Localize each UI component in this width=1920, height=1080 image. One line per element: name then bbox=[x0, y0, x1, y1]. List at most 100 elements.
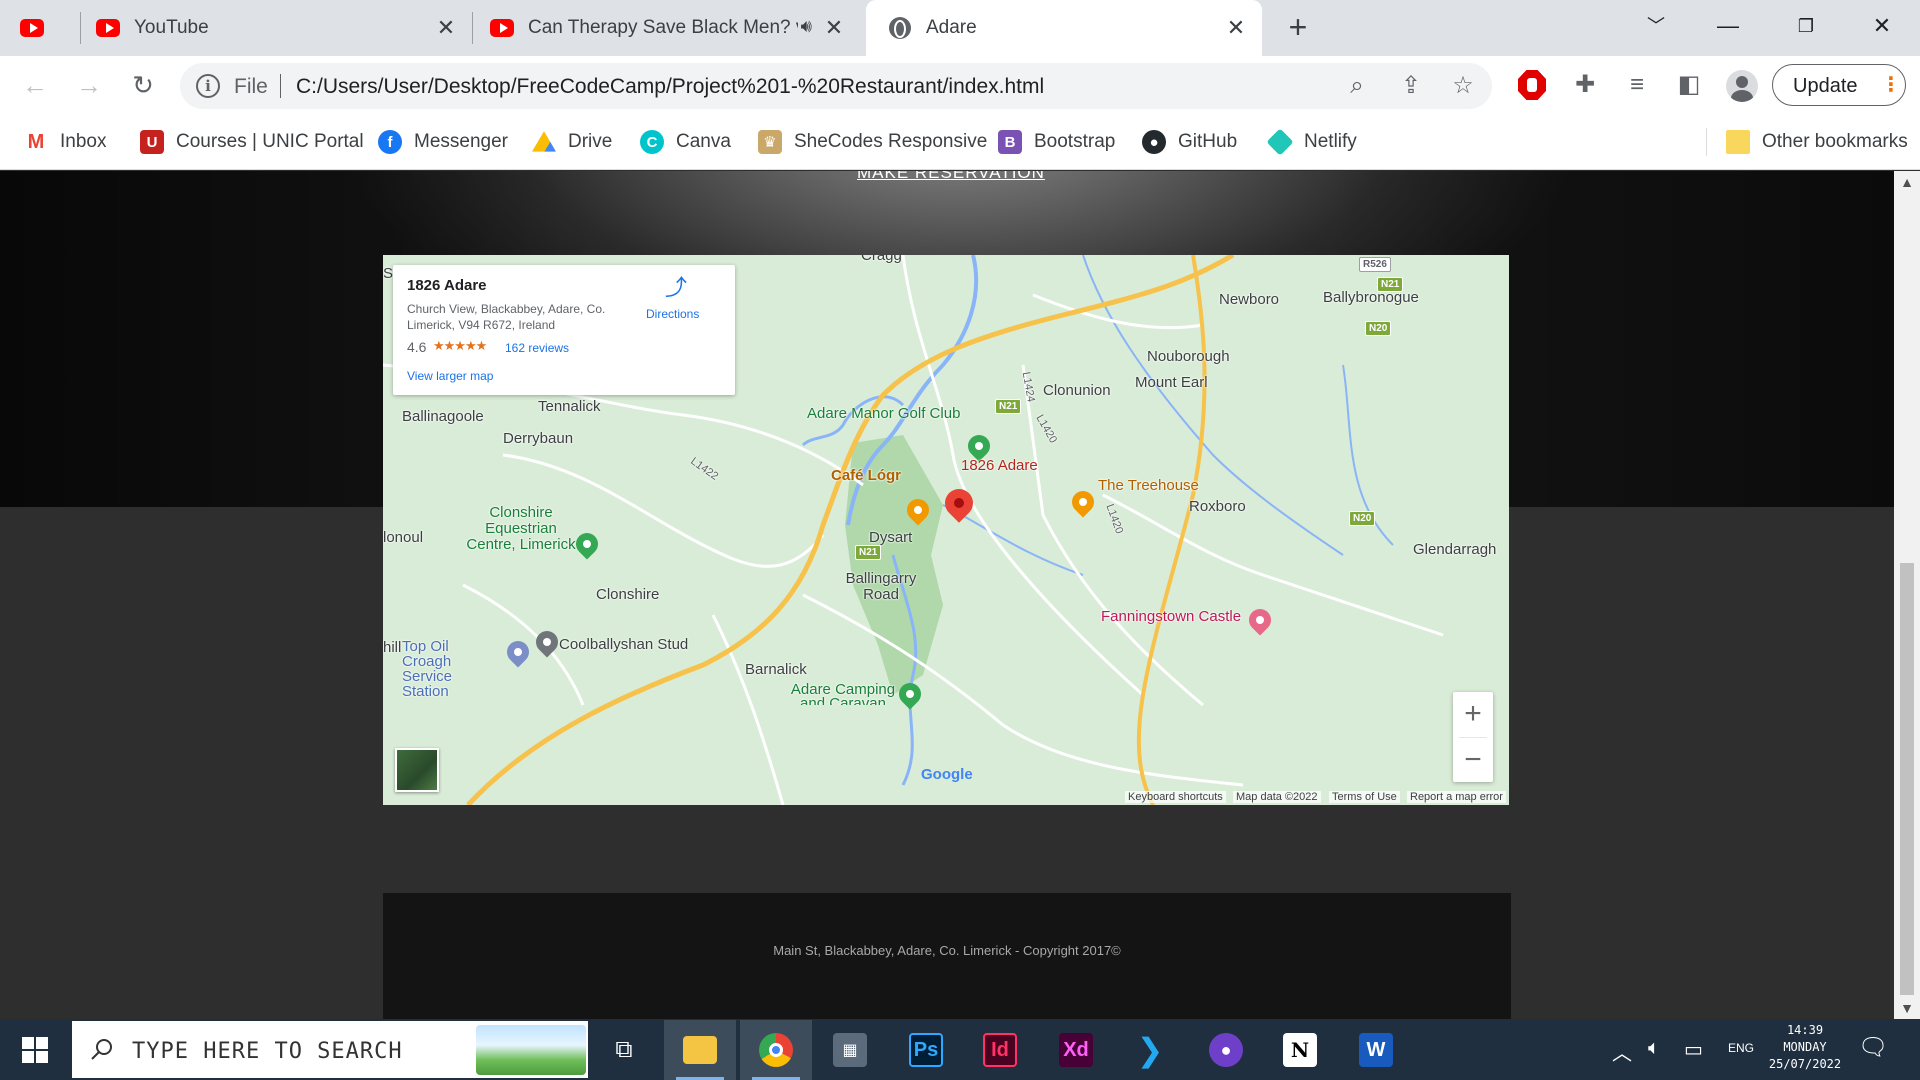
scroll-down-arrow-icon[interactable]: ▼ bbox=[1894, 997, 1920, 1019]
language-indicator[interactable]: ENG bbox=[1728, 1041, 1754, 1055]
directions-icon[interactable]: ⤴ bbox=[665, 277, 687, 299]
indesign-icon: Id bbox=[983, 1033, 1017, 1067]
map-label-cafe[interactable]: Café Lógr bbox=[831, 467, 901, 484]
side-panel-icon[interactable]: ◧ bbox=[1674, 70, 1704, 100]
share-icon[interactable]: ⇪ bbox=[1398, 73, 1424, 99]
close-tab-icon[interactable]: ✕ bbox=[434, 16, 458, 40]
system-clock[interactable]: 14:39 MONDAY 25/07/2022 bbox=[1760, 1022, 1850, 1073]
map-label-ballingarry-road: Ballingarry Road bbox=[845, 570, 917, 603]
view-larger-map-link[interactable]: View larger map bbox=[407, 369, 493, 383]
bookmark-bootstrap[interactable]: B Bootstrap bbox=[998, 128, 1115, 156]
bookmark-star-icon[interactable]: ☆ bbox=[1450, 73, 1476, 99]
map-label-hill: hill bbox=[383, 639, 402, 656]
profile-avatar-icon[interactable] bbox=[1726, 70, 1758, 102]
tab-search-chevron-icon[interactable]: ﹀ bbox=[1636, 8, 1676, 44]
map-label-clonshire-equestrian[interactable]: Clonshire Equestrian Centre, Limerick bbox=[461, 505, 581, 553]
notifications-icon[interactable]: 🗨︎ bbox=[1858, 1033, 1888, 1062]
xd-icon: Xd bbox=[1059, 1033, 1093, 1067]
github-desktop-icon: ● bbox=[1209, 1033, 1243, 1067]
map-label-roxboro: Roxboro bbox=[1189, 498, 1246, 515]
battery-icon[interactable]: ▭ bbox=[1684, 1037, 1703, 1062]
scroll-up-arrow-icon[interactable]: ▲ bbox=[1894, 171, 1920, 193]
terms-link[interactable]: Terms of Use bbox=[1329, 791, 1400, 803]
more-menu-icon[interactable]: ⋮ bbox=[1881, 73, 1901, 97]
extensions-puzzle-icon[interactable]: ✚ bbox=[1570, 70, 1600, 100]
road-shield-n20: N20 bbox=[1349, 511, 1376, 526]
taskbar-calculator[interactable]: ▦ bbox=[814, 1020, 886, 1080]
close-tab-icon[interactable]: ✕ bbox=[1224, 16, 1248, 40]
directions-link[interactable]: Directions bbox=[646, 307, 699, 321]
bookmark-inbox[interactable]: M Inbox bbox=[24, 128, 106, 156]
bookmarks-bar: M Inbox U Courses | UNIC Portal f Messen… bbox=[0, 114, 1920, 170]
tab-youtube[interactable]: YouTube ✕ bbox=[96, 0, 472, 56]
bookmark-label: Canva bbox=[676, 131, 731, 152]
map-label-golf-club[interactable]: Adare Manor Golf Club bbox=[807, 405, 960, 422]
map-label-treehouse[interactable]: The Treehouse bbox=[1098, 477, 1199, 494]
bookmark-netlify[interactable]: Netlify bbox=[1266, 128, 1357, 156]
map-label-top-oil[interactable]: Top Oil Croagh Service Station bbox=[402, 639, 494, 699]
info-icon[interactable]: i bbox=[196, 74, 220, 98]
bookmark-unic[interactable]: U Courses | UNIC Portal bbox=[140, 128, 364, 156]
zoom-in-button[interactable]: + bbox=[1453, 692, 1493, 736]
bookmark-shecodes[interactable]: ♛ SheCodes Responsive bbox=[758, 128, 987, 156]
close-window-button[interactable]: ✕ bbox=[1862, 8, 1902, 44]
taskbar-vscode[interactable]: ❯ bbox=[1114, 1020, 1186, 1080]
bookmark-messenger[interactable]: f Messenger bbox=[378, 128, 508, 156]
back-button[interactable]: ← bbox=[18, 68, 52, 102]
minimize-button[interactable]: — bbox=[1708, 8, 1748, 44]
tab-therapy-video[interactable]: Can Therapy Save Black Men? v 🔊︎ ✕ bbox=[490, 0, 860, 56]
search-highlight-illustration bbox=[476, 1025, 586, 1075]
update-button[interactable]: Update ⋮ bbox=[1772, 64, 1906, 106]
taskbar-word[interactable]: W bbox=[1340, 1020, 1412, 1080]
bookmark-github[interactable]: ● GitHub bbox=[1142, 128, 1237, 156]
taskbar-github-desktop[interactable]: ● bbox=[1190, 1020, 1262, 1080]
taskbar-chrome[interactable] bbox=[740, 1020, 812, 1080]
task-view-button[interactable]: ⧉ bbox=[588, 1020, 660, 1080]
taskbar-file-explorer[interactable] bbox=[664, 1020, 736, 1080]
new-tab-button[interactable]: + bbox=[1282, 11, 1314, 44]
start-button[interactable] bbox=[22, 1037, 48, 1063]
bookmark-other[interactable]: Other bookmarks bbox=[1726, 128, 1908, 156]
bookmark-canva[interactable]: C Canva bbox=[640, 128, 731, 156]
zoom-icon[interactable]: ⌕ bbox=[1344, 73, 1370, 99]
taskbar-indesign[interactable]: Id bbox=[964, 1020, 1036, 1080]
satellite-toggle-thumbnail[interactable] bbox=[395, 748, 439, 792]
bookmark-drive[interactable]: Drive bbox=[532, 128, 612, 156]
scrollbar-thumb[interactable] bbox=[1900, 563, 1914, 995]
adblock-extension-icon[interactable] bbox=[1518, 70, 1546, 100]
map-label-camping[interactable]: Adare Camping and Caravan Park bbox=[783, 683, 903, 705]
taskbar-notion[interactable]: N bbox=[1264, 1020, 1336, 1080]
taskbar-search[interactable]: TYPE HERE TO SEARCH bbox=[72, 1021, 588, 1078]
google-map-embed[interactable]: ntrade Se Cragg Newboro Ballybronogue No… bbox=[383, 255, 1509, 805]
bookmark-divider bbox=[1706, 128, 1707, 156]
url-text[interactable]: C:/Users/User/Desktop/FreeCodeCamp/Proje… bbox=[296, 75, 1044, 99]
taskbar-xd[interactable]: Xd bbox=[1040, 1020, 1112, 1080]
speaker-icon[interactable]: 🔊︎ bbox=[801, 16, 812, 37]
map-label-fanningstown-castle[interactable]: Fanningstown Castle bbox=[1101, 608, 1241, 625]
taskbar-photoshop[interactable]: Ps bbox=[890, 1020, 962, 1080]
tab-adare[interactable]: Adare ✕ bbox=[866, 0, 1262, 56]
report-map-error-link[interactable]: Report a map error bbox=[1407, 791, 1506, 803]
site-footer: Main St, Blackabbey, Adare, Co. Limerick… bbox=[383, 893, 1511, 1019]
tab-pinned-youtube[interactable] bbox=[20, 0, 80, 56]
map-label-coolballyshan: Coolballyshan Stud bbox=[559, 636, 689, 653]
restore-button[interactable]: ❐ bbox=[1786, 8, 1826, 44]
page-scrollbar[interactable]: ▲ ▼ bbox=[1894, 171, 1920, 1019]
reviews-link[interactable]: 162 reviews bbox=[505, 341, 569, 355]
close-tab-icon[interactable]: ✕ bbox=[822, 16, 846, 40]
map-label-1826-adare[interactable]: 1826 Adare bbox=[961, 457, 1038, 474]
forward-button[interactable]: → bbox=[72, 68, 106, 102]
make-reservation-link[interactable]: MAKE RESERVATION bbox=[857, 171, 1045, 183]
map-label-lonoul: lonoul bbox=[383, 529, 424, 546]
media-playlist-icon[interactable]: ≡ bbox=[1622, 70, 1652, 100]
keyboard-shortcuts-link[interactable]: Keyboard shortcuts bbox=[1125, 791, 1226, 803]
notion-icon: N bbox=[1283, 1033, 1317, 1067]
volume-icon[interactable]: 🔈︎ bbox=[1648, 1037, 1660, 1060]
browser-toolbar: ← → ↻ i File C:/Users/User/Desktop/FreeC… bbox=[0, 56, 1920, 114]
map-data-text: Map data ©2022 bbox=[1233, 791, 1321, 803]
show-hidden-icons-chevron-icon[interactable]: ︿ bbox=[1612, 1037, 1632, 1066]
reload-button[interactable]: ↻ bbox=[126, 68, 160, 102]
address-bar[interactable]: i File C:/Users/User/Desktop/FreeCodeCam… bbox=[180, 63, 1492, 109]
zoom-out-button[interactable]: − bbox=[1453, 738, 1493, 782]
map-label-ballinagoole: Ballinagoole bbox=[402, 408, 484, 425]
